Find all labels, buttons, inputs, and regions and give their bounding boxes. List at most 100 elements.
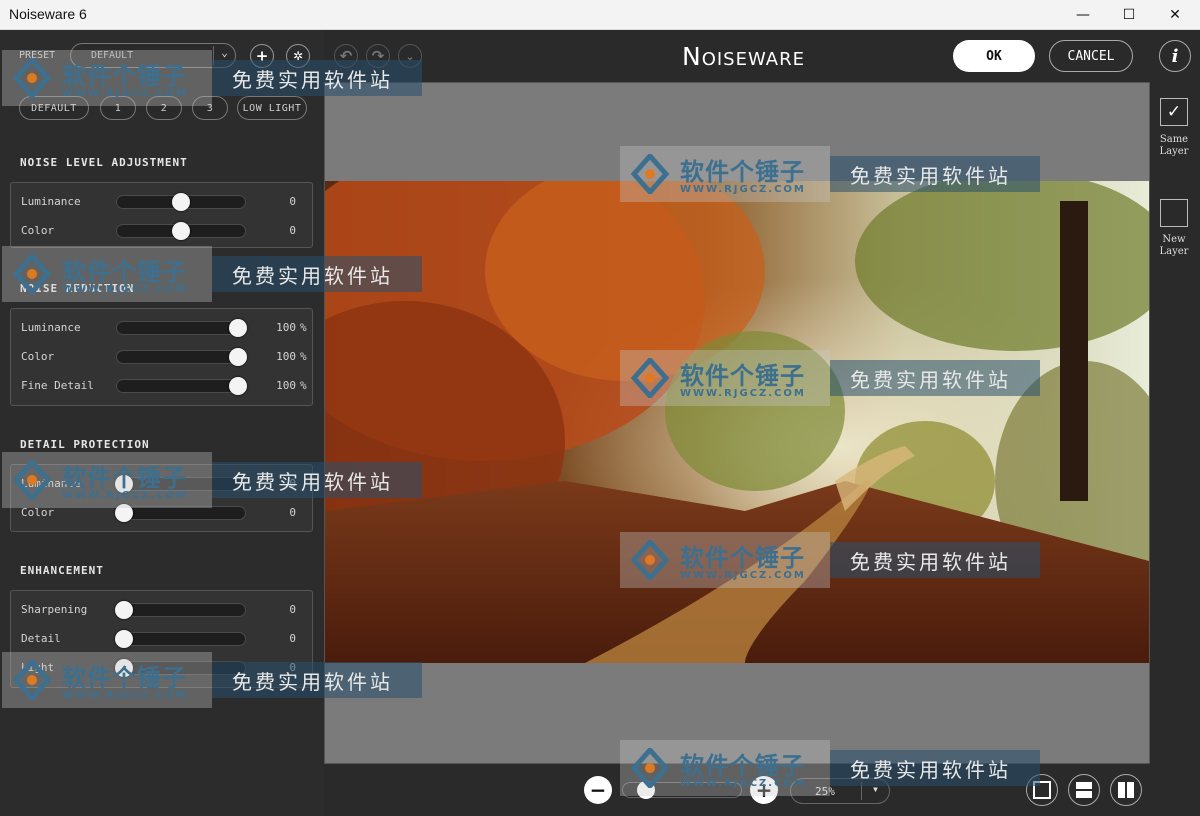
watermark-logo-icon [630, 748, 670, 788]
watermark-text: 软件个锤子 [62, 62, 187, 90]
slider-thumb[interactable] [115, 630, 133, 648]
slider-label: Luminance [21, 195, 81, 208]
close-button[interactable]: ✕ [1152, 0, 1198, 30]
cancel-button[interactable]: CANCEL [1049, 40, 1133, 72]
watermark-logo-icon [12, 460, 52, 500]
watermark-logo-icon [630, 358, 670, 398]
slider-noise-level-color: Color 0 [21, 221, 311, 241]
slider-value: 0 [289, 195, 296, 208]
slider-value: 0 [289, 603, 296, 616]
new-layer-checkbox[interactable] [1160, 199, 1188, 227]
info-icon: i [1171, 45, 1179, 67]
watermark-text: 软件个锤子 [680, 362, 805, 390]
noise-level-title: NOISE LEVEL ADJUSTMENT [20, 156, 188, 169]
slider-value: 100 [276, 379, 296, 392]
detail-protection-title: DETAIL PROTECTION [20, 438, 150, 451]
slider-thumb[interactable] [229, 348, 247, 366]
same-layer-checkbox[interactable]: ✓ [1160, 98, 1188, 126]
slider-thumb[interactable] [115, 601, 133, 619]
slider-thumb[interactable] [229, 377, 247, 395]
info-button[interactable]: i [1159, 40, 1191, 72]
watermark: 软件个锤子 WWW.RJGCZ.COM 免费实用软件站 [620, 740, 1040, 796]
watermark-slogan: 免费实用软件站 [850, 758, 1011, 782]
zoom-out-button[interactable]: − [584, 776, 612, 804]
slider-label: Sharpening [21, 603, 88, 616]
watermark-logo-icon [12, 58, 52, 98]
watermark-logo-icon [630, 540, 670, 580]
slider-track[interactable] [115, 630, 246, 648]
watermark-url: WWW.RJGCZ.COM [680, 570, 806, 581]
watermark-url: WWW.RJGCZ.COM [680, 388, 806, 399]
slider-unit: % [300, 379, 307, 392]
brand-text: Noiseware [682, 42, 805, 71]
watermark: 软件个锤子 WWW.RJGCZ.COM 免费实用软件站 [620, 146, 1040, 202]
watermark: 软件个锤子 WWW.RJGCZ.COM 免费实用软件站 [620, 532, 1040, 588]
maximize-button[interactable]: ☐ [1106, 0, 1152, 30]
slider-noise-reduction-color: Color 100 % [21, 347, 311, 367]
watermark-slogan: 免费实用软件站 [850, 164, 1011, 188]
watermark-slogan: 免费实用软件站 [232, 68, 393, 92]
watermark-text: 软件个锤子 [680, 158, 805, 186]
watermark: 软件个锤子 WWW.RJGCZ.COM 免费实用软件站 [620, 350, 1040, 406]
split-horizontal-button[interactable] [1068, 774, 1100, 806]
noise-level-group: Luminance 0 Color 0 [10, 182, 313, 248]
slider-track[interactable] [116, 193, 246, 211]
split-vertical-icon [1118, 782, 1134, 798]
watermark-logo-icon [12, 660, 52, 700]
slider-track[interactable] [116, 377, 247, 395]
slider-value: 0 [289, 224, 296, 237]
title-bar: Noiseware 6 — ☐ ✕ [0, 0, 1200, 30]
slider-thumb[interactable] [172, 222, 190, 240]
slider-enhancement-detail: Detail 0 [21, 629, 311, 649]
slider-track[interactable] [115, 601, 246, 619]
watermark-text: 软件个锤子 [62, 464, 187, 492]
slider-label: Luminance [21, 321, 81, 334]
enhancement-title: ENHANCEMENT [20, 564, 104, 577]
slider-track[interactable] [116, 319, 247, 337]
split-vertical-button[interactable] [1110, 774, 1142, 806]
slider-noise-reduction-fine-detail: Fine Detail 100 % [21, 376, 311, 396]
slider-thumb[interactable] [172, 193, 190, 211]
autumn-forest-image [325, 181, 1149, 663]
watermark-url: WWW.RJGCZ.COM [62, 490, 188, 501]
slider-noise-reduction-luminance: Luminance 100 % [21, 318, 311, 338]
watermark: 软件个锤子 WWW.RJGCZ.COM 免费实用软件站 [2, 50, 422, 106]
watermark-url: WWW.RJGCZ.COM [62, 690, 188, 701]
checkmark-icon: ✓ [1166, 102, 1182, 122]
slider-value: 100 [276, 350, 296, 363]
watermark-url: WWW.RJGCZ.COM [62, 88, 188, 99]
slider-value: 0 [289, 632, 296, 645]
minimize-button[interactable]: — [1060, 0, 1106, 30]
watermark: 软件个锤子 WWW.RJGCZ.COM 免费实用软件站 [2, 246, 422, 302]
same-layer-label: Same Layer [1159, 134, 1189, 157]
slider-track[interactable] [116, 222, 246, 240]
slider-enhancement-sharpening: Sharpening 0 [21, 600, 311, 620]
slider-label: Fine Detail [21, 379, 94, 392]
watermark-slogan: 免费实用软件站 [232, 470, 393, 494]
slider-track[interactable] [116, 348, 247, 366]
preview-image[interactable] [325, 181, 1149, 663]
split-horizontal-icon [1076, 782, 1092, 798]
watermark-text: 软件个锤子 [62, 258, 187, 286]
new-layer-label: New Layer [1159, 234, 1189, 257]
ok-button[interactable]: OK [953, 40, 1035, 72]
noise-reduction-group: Luminance 100 % Color 100 % Fine Detail … [10, 308, 313, 406]
slider-thumb[interactable] [229, 319, 247, 337]
watermark-slogan: 免费实用软件站 [850, 550, 1011, 574]
watermark: 软件个锤子 WWW.RJGCZ.COM 免费实用软件站 [2, 452, 422, 508]
watermark-slogan: 免费实用软件站 [232, 670, 393, 694]
watermark: 软件个锤子 WWW.RJGCZ.COM 免费实用软件站 [2, 652, 422, 708]
window-title: Noiseware 6 [9, 6, 87, 22]
watermark-slogan: 免费实用软件站 [232, 264, 393, 288]
minus-icon: − [589, 778, 607, 802]
brand-logo: Noiseware [682, 42, 805, 71]
slider-label: Color [21, 224, 55, 237]
watermark-text: 软件个锤子 [680, 544, 805, 572]
watermark-slogan: 免费实用软件站 [850, 368, 1011, 392]
slider-track[interactable] [115, 504, 246, 522]
slider-unit: % [300, 321, 307, 334]
slider-unit: % [300, 350, 307, 363]
slider-noise-level-luminance: Luminance 0 [21, 192, 311, 212]
watermark-url: WWW.RJGCZ.COM [680, 778, 806, 789]
watermark-url: WWW.RJGCZ.COM [680, 184, 806, 195]
